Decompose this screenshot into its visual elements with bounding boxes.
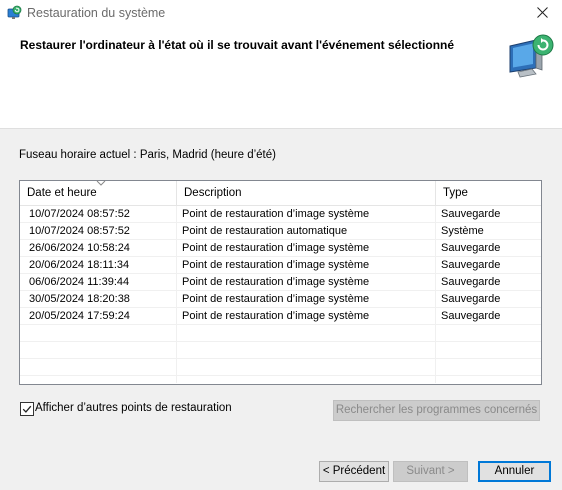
sort-descending-icon <box>96 180 106 186</box>
cell-date: 26/06/2024 10:58:24 <box>29 242 130 254</box>
cell-type: Système <box>441 225 484 237</box>
cell-type: Sauvegarde <box>441 310 501 322</box>
table-row[interactable]: 26/06/2024 10:58:24 Point de restauratio… <box>20 240 541 257</box>
table-row[interactable]: 10/07/2024 08:57:52 Point de restauratio… <box>20 223 541 240</box>
list-header: Date et heure Description Type <box>20 180 541 206</box>
table-row[interactable]: 10/07/2024 08:57:52 Point de restauratio… <box>20 206 541 223</box>
table-row[interactable]: 30/05/2024 18:20:38 Point de restauratio… <box>20 291 541 308</box>
cell-date: 30/05/2024 18:20:38 <box>29 293 130 305</box>
table-row[interactable]: 20/05/2024 17:59:24 Point de restauratio… <box>20 308 541 325</box>
cell-date: 10/07/2024 08:57:52 <box>29 208 130 220</box>
cell-description: Point de restauration d’image système <box>182 208 370 220</box>
column-header-type[interactable]: Type <box>436 181 540 205</box>
close-icon <box>537 7 548 18</box>
cell-type: Sauvegarde <box>441 208 501 220</box>
cell-type: Sauvegarde <box>441 259 501 271</box>
cell-type: Sauvegarde <box>441 242 501 254</box>
close-button[interactable] <box>530 1 556 25</box>
checkbox-label: Afficher d’autres points de restauration <box>35 402 232 414</box>
title-bar: Restauration du système <box>0 0 562 26</box>
system-restore-icon <box>7 5 22 19</box>
page-title: Restaurer l'ordinateur à l'état où il se… <box>20 38 455 52</box>
column-header-description-label: Description <box>184 187 242 199</box>
table-row[interactable]: 20/06/2024 18:11:34 Point de restauratio… <box>20 257 541 274</box>
column-header-date-label: Date et heure <box>27 187 97 199</box>
restore-points-list[interactable]: Date et heure Description Type 10/07/202… <box>19 180 542 385</box>
column-header-type-label: Type <box>443 187 468 199</box>
back-button[interactable]: < Précédent <box>319 461 389 482</box>
cell-description: Point de restauration d’image système <box>182 310 370 322</box>
empty-row <box>20 325 541 342</box>
window-title: Restauration du système <box>27 6 166 20</box>
empty-row <box>20 359 541 376</box>
next-button[interactable]: Suivant > <box>393 461 468 482</box>
checkbox-box[interactable] <box>20 402 34 416</box>
cell-description: Point de restauration d’image système <box>182 276 370 288</box>
cell-date: 20/06/2024 18:11:34 <box>29 259 130 271</box>
cell-description: Point de restauration d’image système <box>182 259 370 271</box>
cancel-button[interactable]: Annuler <box>478 461 551 482</box>
cell-type: Sauvegarde <box>441 293 501 305</box>
wizard-content: Fuseau horaire actuel : Paris, Madrid (h… <box>0 128 562 449</box>
cell-type: Sauvegarde <box>441 276 501 288</box>
timezone-label: Fuseau horaire actuel : Paris, Madrid (h… <box>19 149 276 161</box>
cell-date: 20/05/2024 17:59:24 <box>29 310 130 322</box>
cell-date: 06/06/2024 11:39:44 <box>29 276 130 288</box>
column-header-date[interactable]: Date et heure <box>20 180 177 205</box>
cell-description: Point de restauration d’image système <box>182 242 370 254</box>
empty-row <box>20 342 541 359</box>
wizard-footer: < Précédent Suivant > Annuler <box>0 448 562 490</box>
scan-affected-programs-button[interactable]: Rechercher les programmes concernés <box>333 400 540 421</box>
cell-date: 10/07/2024 08:57:52 <box>29 225 130 237</box>
computer-restore-icon <box>509 34 554 78</box>
table-row[interactable]: 06/06/2024 11:39:44 Point de restauratio… <box>20 274 541 291</box>
column-header-description[interactable]: Description <box>177 181 435 205</box>
checkmark-icon <box>22 405 32 413</box>
cell-description: Point de restauration d’image système <box>182 293 370 305</box>
cell-description: Point de restauration automatique <box>182 225 348 237</box>
wizard-header: Restaurer l'ordinateur à l'état où il se… <box>0 26 562 128</box>
